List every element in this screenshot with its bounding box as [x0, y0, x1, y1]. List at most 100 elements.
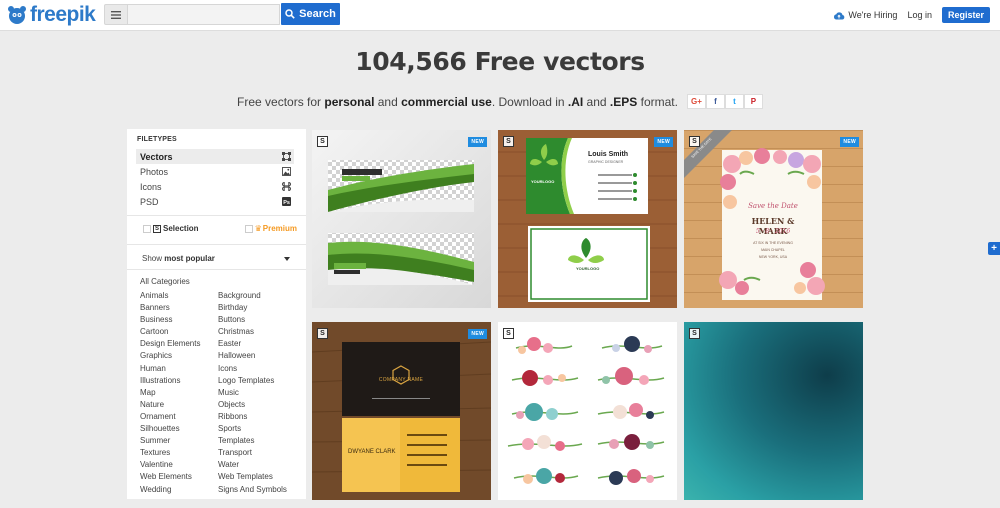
sort-label: Show most popular — [142, 254, 215, 263]
page-subtitle: Free vectors for personal and commercial… — [0, 94, 1000, 109]
category-link[interactable]: Easter — [218, 338, 287, 350]
twitter-icon[interactable]: t — [724, 94, 744, 109]
filetype-icons[interactable]: Icons — [136, 179, 294, 194]
category-link[interactable]: Background — [218, 290, 287, 302]
resource-tile-green-banners[interactable]: S NEW — [312, 130, 491, 308]
category-link[interactable]: Ribbons — [218, 411, 287, 423]
category-link[interactable]: Ornament — [140, 411, 200, 423]
filter-sidebar: FILETYPES Vectors Photos Icons PSD Ps S … — [127, 129, 306, 499]
new-badge: NEW — [654, 137, 673, 147]
selection-tag-icon: S — [689, 328, 700, 339]
watercolor-flowers-thumbnail — [507, 336, 665, 485]
category-link[interactable]: Templates — [218, 435, 287, 447]
selection-tag-icon: S — [317, 136, 328, 147]
category-link[interactable]: Map — [140, 387, 200, 399]
top-header: freepik Search We're Hiring Log in Regis… — [0, 0, 1000, 31]
category-link[interactable]: Business — [140, 314, 200, 326]
freepik-logo[interactable]: freepik — [6, 3, 96, 27]
category-link[interactable]: Web Elements — [140, 471, 200, 483]
dark-gold-card-thumbnail — [312, 322, 491, 500]
card-person-name: Louis Smith — [588, 151, 629, 158]
category-link[interactable]: Water — [218, 459, 287, 471]
sort-value: most popular — [164, 254, 215, 263]
category-link[interactable]: Logo Templates — [218, 375, 287, 387]
search-button-label: Search — [299, 8, 336, 20]
search-input[interactable] — [128, 4, 280, 25]
category-link[interactable]: Human — [140, 363, 200, 375]
category-link[interactable]: Sports — [218, 423, 287, 435]
page-title: 104,566 Free vectors — [355, 47, 645, 76]
subtitle-part: and — [583, 94, 610, 109]
new-badge: NEW — [468, 137, 487, 147]
invitation-time: AT SIX IN THE EVENING — [753, 241, 793, 245]
category-link[interactable]: Nature — [140, 399, 200, 411]
add-side-button[interactable]: + — [988, 242, 1000, 255]
invitation-place: MAIN CHAPEL — [761, 248, 785, 252]
category-link[interactable]: Signs And Symbols — [218, 484, 287, 496]
search-button[interactable]: Search — [281, 3, 340, 25]
filetype-psd[interactable]: PSD Ps — [136, 194, 294, 209]
selection-tag-icon: S — [503, 328, 514, 339]
resource-tile-watercolor-flowers[interactable]: S — [498, 322, 677, 500]
filetype-photos[interactable]: Photos — [136, 164, 294, 179]
filetype-vectors[interactable]: Vectors — [136, 149, 294, 164]
card-person-role: GRAPHIC DESIGNER — [588, 160, 624, 164]
category-link[interactable]: Banners — [140, 302, 200, 314]
selection-checkbox[interactable] — [143, 224, 151, 233]
invitation-city: NEW YORK, USA — [758, 255, 788, 259]
category-link[interactable]: Music — [218, 387, 287, 399]
invitation-save-the-date: Save the Date — [748, 202, 798, 210]
google-plus-icon[interactable]: G+ — [686, 94, 706, 109]
category-link[interactable]: Birthday — [218, 302, 287, 314]
filetypes-title: FILETYPES — [137, 136, 177, 143]
divider — [127, 269, 306, 270]
category-link[interactable]: Objects — [218, 399, 287, 411]
were-hiring-label: We're Hiring — [848, 10, 898, 20]
pinterest-icon[interactable]: P — [743, 94, 763, 109]
resource-tile-dark-gold-card[interactable]: COMPANY NAME DWYANE CLARK S NEW — [312, 322, 491, 500]
category-link[interactable]: Silhouettes — [140, 423, 200, 435]
selection-badge-icon: S — [153, 224, 161, 233]
facebook-icon[interactable]: f — [705, 94, 725, 109]
subtitle-personal: personal — [324, 94, 375, 109]
category-link[interactable]: Valentine — [140, 459, 200, 471]
cloud-upload-icon — [834, 11, 845, 19]
vector-icon — [282, 152, 291, 161]
category-link[interactable]: Icons — [218, 363, 287, 375]
were-hiring-link[interactable]: We're Hiring — [833, 10, 897, 20]
freepik-logo-icon — [8, 6, 26, 24]
login-link[interactable]: Log in — [907, 10, 932, 20]
resource-tile-teal-background[interactable]: S — [684, 322, 863, 500]
svg-text:Ps: Ps — [283, 200, 290, 206]
categories-left-column: Animals Banners Business Cartoon Design Elem… — [140, 290, 200, 496]
divider — [127, 215, 306, 216]
category-link[interactable]: Animals — [140, 290, 200, 302]
resource-tile-green-business-card[interactable]: Louis Smith GRAPHIC DESIGNER YOURLOGO YO… — [498, 130, 677, 308]
sort-dropdown[interactable]: Show most popular — [142, 254, 290, 263]
resource-tile-floral-invitation[interactable]: Save the Date HELEN & MARK 5 · 8 · 2016 … — [684, 130, 863, 308]
subtitle-part: . Download in — [491, 94, 568, 109]
selection-tag-icon: S — [503, 136, 514, 147]
menu-button[interactable] — [104, 4, 128, 25]
category-link[interactable]: Design Elements — [140, 338, 200, 350]
category-link[interactable]: Summer — [140, 435, 200, 447]
search-icon — [285, 9, 295, 19]
category-all[interactable]: All Categories — [140, 277, 190, 286]
new-badge: NEW — [840, 137, 859, 147]
subtitle-part: and — [374, 94, 402, 109]
category-link[interactable]: Cartoon — [140, 326, 200, 338]
sort-prefix: Show — [142, 254, 165, 263]
category-link[interactable]: Graphics — [140, 350, 200, 362]
card-company-name: COMPANY NAME — [378, 377, 424, 383]
category-link[interactable]: Wedding — [140, 484, 200, 496]
category-link[interactable]: Buttons — [218, 314, 287, 326]
category-link[interactable]: Christmas — [218, 326, 287, 338]
category-link[interactable]: Web Templates — [218, 471, 287, 483]
hamburger-icon — [111, 10, 121, 19]
category-link[interactable]: Illustrations — [140, 375, 200, 387]
register-button[interactable]: Register — [941, 7, 990, 23]
category-link[interactable]: Textures — [140, 447, 200, 459]
category-link[interactable]: Halloween — [218, 350, 287, 362]
premium-checkbox[interactable] — [244, 224, 253, 233]
category-link[interactable]: Transport — [218, 447, 287, 459]
